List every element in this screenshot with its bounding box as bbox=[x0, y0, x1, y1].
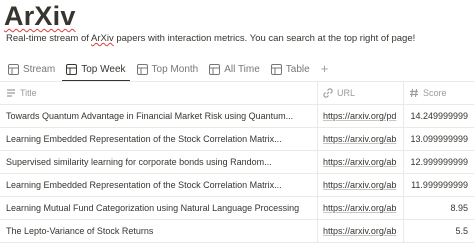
table-icon bbox=[270, 63, 282, 75]
cell-title[interactable]: Learning Embedded Representation of the … bbox=[0, 174, 318, 196]
tab-top-week[interactable]: Top Week bbox=[62, 57, 130, 82]
tab-table-label: Table bbox=[285, 63, 310, 75]
column-score-label: Score bbox=[423, 88, 447, 98]
add-view-button[interactable]: + bbox=[317, 57, 333, 81]
cell-url[interactable]: https://arxiv.org/ab bbox=[318, 197, 404, 219]
tab-stream-label: Stream bbox=[23, 63, 56, 75]
column-header-title[interactable]: Title bbox=[0, 82, 318, 104]
tab-top-month[interactable]: Top Month bbox=[133, 57, 203, 81]
description-text-start: Real-time stream of bbox=[6, 33, 91, 44]
tab-top-month-label: Top Month bbox=[151, 63, 199, 75]
tab-all-time-label: All Time bbox=[224, 63, 260, 75]
table-row[interactable]: Towards Quantum Advantage in Financial M… bbox=[0, 105, 474, 128]
column-header-score[interactable]: Score bbox=[404, 82, 474, 104]
cell-url[interactable]: https://arxiv.org/ab bbox=[318, 151, 404, 173]
papers-table: Title URL Score Towards Quantum Advantag… bbox=[0, 82, 474, 243]
cell-score[interactable]: 5.5 bbox=[404, 220, 474, 242]
page-title: ArXiv bbox=[4, 1, 76, 31]
page-description: Real-time stream of ArXiv papers with in… bbox=[6, 33, 415, 45]
table-row[interactable]: Learning Embedded Representation of the … bbox=[0, 174, 474, 197]
column-header-url[interactable]: URL bbox=[318, 82, 404, 104]
tab-all-time[interactable]: All Time bbox=[205, 57, 264, 81]
table-row[interactable]: Learning Embedded Representation of the … bbox=[0, 128, 474, 151]
cell-score[interactable]: 13.099999999 bbox=[404, 128, 474, 150]
table-icon bbox=[136, 63, 148, 75]
cell-score[interactable]: 8.95 bbox=[404, 197, 474, 219]
cell-url[interactable]: https://arxiv.org/pd bbox=[318, 105, 404, 127]
cell-title[interactable]: Supervised similarity learning for corpo… bbox=[0, 151, 318, 173]
table-icon bbox=[66, 63, 78, 75]
link-icon bbox=[323, 84, 333, 98]
table-icon bbox=[209, 63, 221, 75]
description-text-end: papers with interaction metrics. You can… bbox=[113, 33, 416, 44]
column-url-label: URL bbox=[337, 88, 356, 98]
column-title-label: Title bbox=[20, 88, 37, 98]
cell-score[interactable]: 12.999999999 bbox=[404, 151, 474, 173]
cell-title[interactable]: Learning Embedded Representation of the … bbox=[0, 128, 318, 150]
tab-top-week-label: Top Week bbox=[81, 63, 126, 75]
tab-stream[interactable]: Stream bbox=[4, 57, 59, 81]
cell-score[interactable]: 11.999999999 bbox=[404, 174, 474, 196]
cell-title[interactable]: Learning Mutual Fund Categorization usin… bbox=[0, 197, 318, 219]
cell-url[interactable]: https://arxiv.org/ab bbox=[318, 174, 404, 196]
hash-icon bbox=[409, 84, 419, 98]
table-row[interactable]: Supervised similarity learning for corpo… bbox=[0, 151, 474, 174]
table-row[interactable]: Learning Mutual Fund Categorization usin… bbox=[0, 197, 474, 220]
description-text-arxiv: ArXiv bbox=[91, 33, 114, 44]
cell-score[interactable]: 14.249999999 bbox=[404, 105, 474, 127]
cell-title[interactable]: The Lepto-Variance of Stock Returns bbox=[0, 220, 318, 242]
table-icon bbox=[8, 63, 19, 75]
text-icon bbox=[6, 84, 16, 97]
cell-url[interactable]: https://arxiv.org/ab bbox=[318, 128, 404, 150]
cell-url[interactable]: https://arxiv.org/ab bbox=[318, 220, 404, 242]
view-tabs: Stream Top Week Top Month All Time Table… bbox=[4, 57, 333, 82]
cell-title[interactable]: Towards Quantum Advantage in Financial M… bbox=[0, 105, 318, 127]
tab-table[interactable]: Table bbox=[267, 57, 314, 81]
table-header-row: Title URL Score bbox=[0, 82, 474, 105]
